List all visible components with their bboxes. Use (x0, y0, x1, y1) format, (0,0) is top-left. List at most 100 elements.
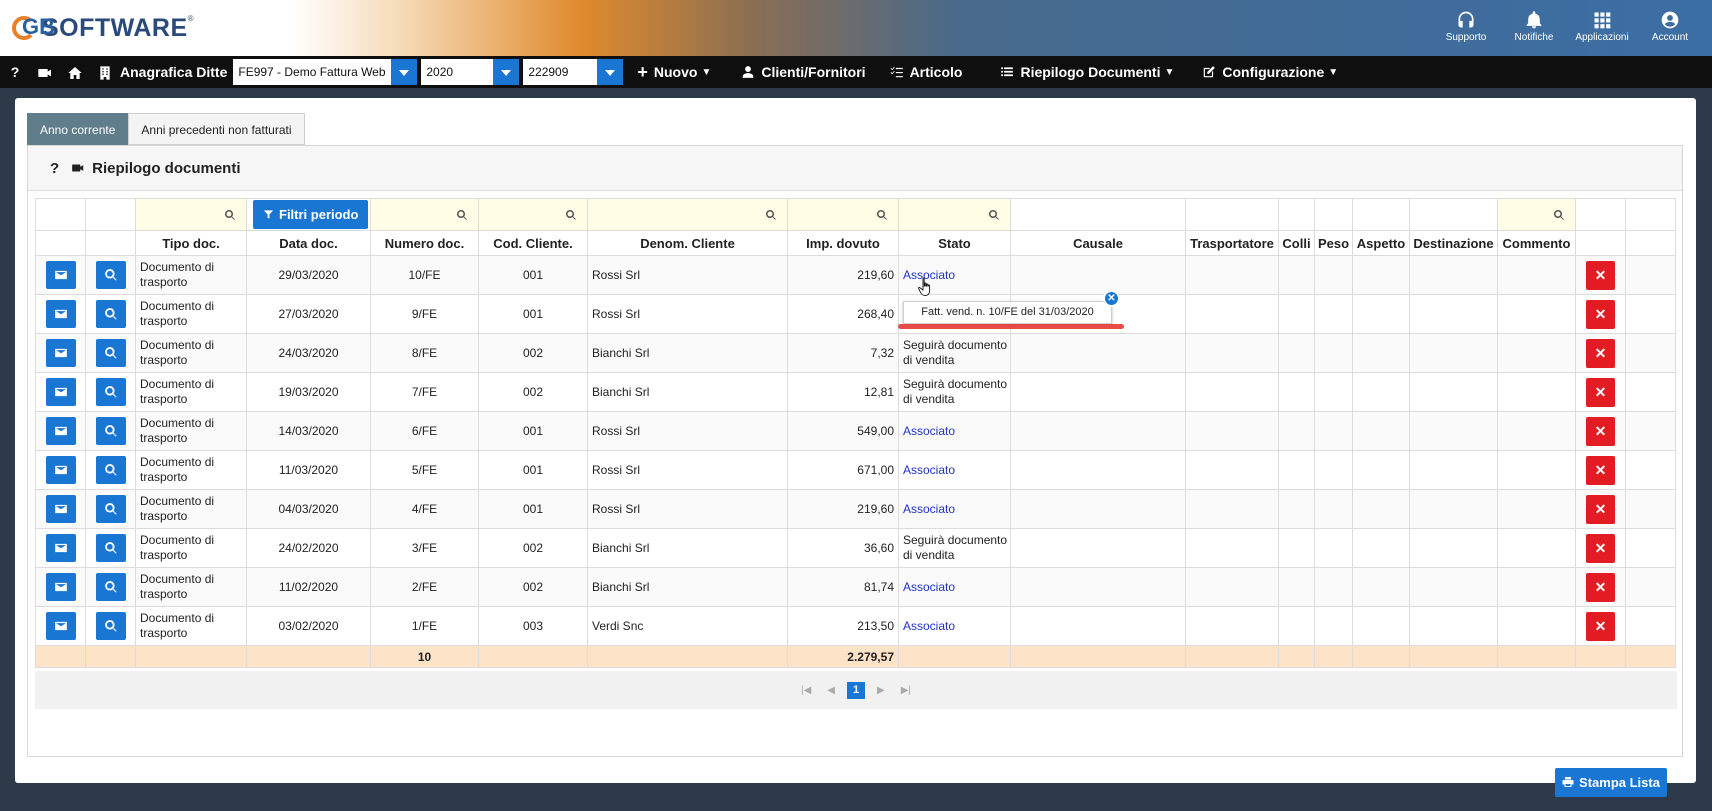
filter-commento[interactable] (1497, 198, 1576, 231)
menu-configurazione[interactable]: Configurazione ▼ (1202, 64, 1338, 80)
year-select[interactable]: 2020 (421, 59, 520, 85)
ditta-select[interactable]: FE997 - Demo Fattura Web (233, 59, 418, 85)
video-camera-icon[interactable] (71, 161, 85, 175)
cell-stato[interactable]: Associato (898, 606, 1011, 646)
filter-tipo[interactable] (135, 198, 247, 231)
menu-clienti-fornitori[interactable]: Clienti/Fornitori (741, 64, 866, 80)
view-document-button[interactable] (95, 378, 126, 406)
filter-numero[interactable] (370, 198, 479, 231)
last-page-icon[interactable]: ▶| (901, 685, 911, 696)
cell-stato[interactable]: Associato (898, 567, 1011, 607)
table-row[interactable]: Documento di trasporto 27/03/2020 9/FE 001 R… (35, 294, 1676, 334)
delete-button[interactable]: ✕ (1586, 494, 1615, 524)
cell-stato[interactable]: Associato (898, 255, 1011, 295)
video-camera-icon[interactable] (30, 63, 60, 80)
filter-denom[interactable] (587, 198, 788, 231)
col-header-aspetto[interactable]: Aspetto (1352, 230, 1410, 256)
account-button[interactable]: Account (1636, 6, 1704, 43)
send-email-button[interactable] (45, 573, 76, 601)
anagrafica-ditte-label[interactable]: Anagrafica Ditte (120, 64, 227, 80)
send-email-button[interactable] (45, 612, 76, 640)
tab-anno-corrente[interactable]: Anno corrente (27, 113, 129, 145)
notifiche-button[interactable]: Notifiche (1500, 6, 1568, 43)
col-header-cod[interactable]: Cod. Cliente. (478, 230, 588, 256)
table-row[interactable]: Documento di trasporto 11/02/2020 2/FE 002 B… (35, 567, 1676, 607)
panel-help-button[interactable]: ? (50, 160, 59, 177)
supporto-button[interactable]: Supporto (1432, 6, 1500, 43)
view-document-button[interactable] (95, 417, 126, 445)
col-header-colli[interactable]: Colli (1278, 230, 1315, 256)
table-row[interactable]: Documento di trasporto 24/02/2020 3/FE 002 B… (35, 528, 1676, 568)
view-document-button[interactable] (95, 456, 126, 484)
close-icon[interactable]: ✕ (1103, 290, 1120, 307)
delete-button[interactable]: ✕ (1586, 572, 1615, 602)
delete-button[interactable]: ✕ (1586, 377, 1615, 407)
table-row[interactable]: Documento di trasporto 14/03/2020 6/FE 001 R… (35, 411, 1676, 451)
view-document-button[interactable] (95, 534, 126, 562)
delete-button[interactable]: ✕ (1586, 338, 1615, 368)
stampa-lista-button[interactable]: Stampa Lista (1555, 768, 1667, 797)
col-header-data[interactable]: Data doc. (246, 230, 371, 256)
chevron-down-icon[interactable] (597, 59, 624, 85)
view-document-button[interactable] (95, 300, 126, 328)
table-row[interactable]: Documento di trasporto 19/03/2020 7/FE 002 B… (35, 372, 1676, 412)
col-header-commento[interactable]: Commento (1497, 230, 1576, 256)
table-row[interactable]: Documento di trasporto 24/03/2020 8/FE 002 B… (35, 333, 1676, 373)
delete-button[interactable]: ✕ (1586, 260, 1615, 290)
home-icon[interactable] (60, 63, 90, 80)
col-header-tipo[interactable]: Tipo doc. (135, 230, 247, 256)
filter-cod[interactable] (478, 198, 588, 231)
view-document-button[interactable] (95, 573, 126, 601)
menu-riepilogo-documenti[interactable]: Riepilogo Documenti ▼ (1000, 64, 1174, 80)
delete-button[interactable]: ✕ (1586, 533, 1615, 563)
col-header-imp[interactable]: Imp. dovuto (787, 230, 899, 256)
table-row[interactable]: Documento di trasporto 11/03/2020 5/FE 001 R… (35, 450, 1676, 490)
col-header-causale[interactable]: Causale (1010, 230, 1186, 256)
first-page-icon[interactable]: |◀ (801, 685, 811, 696)
col-header-peso[interactable]: Peso (1314, 230, 1353, 256)
gb-software-logo[interactable]: GB SOFTWARE ® (12, 12, 194, 44)
menu-nuovo[interactable]: + Nuovo ▼ (637, 62, 711, 83)
cell-stato[interactable]: Associato (898, 411, 1011, 451)
send-email-button[interactable] (45, 339, 76, 367)
table-row[interactable]: Documento di trasporto 29/03/2020 10/FE 001… (35, 255, 1676, 295)
delete-button[interactable]: ✕ (1586, 299, 1615, 329)
applicazioni-button[interactable]: Applicazioni (1568, 6, 1636, 43)
next-page-icon[interactable]: ▶ (877, 685, 885, 696)
help-button[interactable]: ? (0, 64, 30, 80)
code-select[interactable]: 222909 (523, 59, 624, 85)
view-document-button[interactable] (95, 339, 126, 367)
menu-articolo[interactable]: Articolo (890, 64, 962, 80)
col-header-numero[interactable]: Numero doc. (370, 230, 479, 256)
prev-page-icon[interactable]: ◀ (827, 685, 835, 696)
view-document-button[interactable] (95, 612, 126, 640)
chevron-down-icon[interactable] (493, 59, 520, 85)
delete-button[interactable]: ✕ (1586, 455, 1615, 485)
cell-stato[interactable]: Associato (898, 489, 1011, 529)
col-header-stato[interactable]: Stato (898, 230, 1011, 256)
filtri-periodo-button[interactable]: Filtri periodo (253, 200, 369, 229)
page-number-current[interactable]: 1 (847, 682, 865, 699)
delete-button[interactable]: ✕ (1586, 416, 1615, 446)
filter-stato[interactable] (898, 198, 1011, 231)
send-email-button[interactable] (45, 495, 76, 523)
filter-imp[interactable] (787, 198, 899, 231)
view-document-button[interactable] (95, 495, 126, 523)
col-header-denom[interactable]: Denom. Cliente (587, 230, 788, 256)
table-row[interactable]: Documento di trasporto 04/03/2020 4/FE 001 R… (35, 489, 1676, 529)
table-row[interactable]: Documento di trasporto 03/02/2020 1/FE 003 V… (35, 606, 1676, 646)
cell-stato[interactable]: Associato (898, 450, 1011, 490)
send-email-button[interactable] (45, 534, 76, 562)
send-email-button[interactable] (45, 378, 76, 406)
tab-anni-precedenti[interactable]: Anni precedenti non fatturati (128, 113, 305, 145)
delete-button[interactable]: ✕ (1586, 611, 1615, 641)
search-icon (1553, 210, 1564, 221)
send-email-button[interactable] (45, 456, 76, 484)
chevron-down-icon[interactable] (391, 59, 418, 85)
send-email-button[interactable] (45, 417, 76, 445)
col-header-destinazione[interactable]: Destinazione (1409, 230, 1498, 256)
view-document-button[interactable] (95, 261, 126, 289)
send-email-button[interactable] (45, 300, 76, 328)
col-header-trasportatore[interactable]: Trasportatore (1185, 230, 1279, 256)
send-email-button[interactable] (45, 261, 76, 289)
